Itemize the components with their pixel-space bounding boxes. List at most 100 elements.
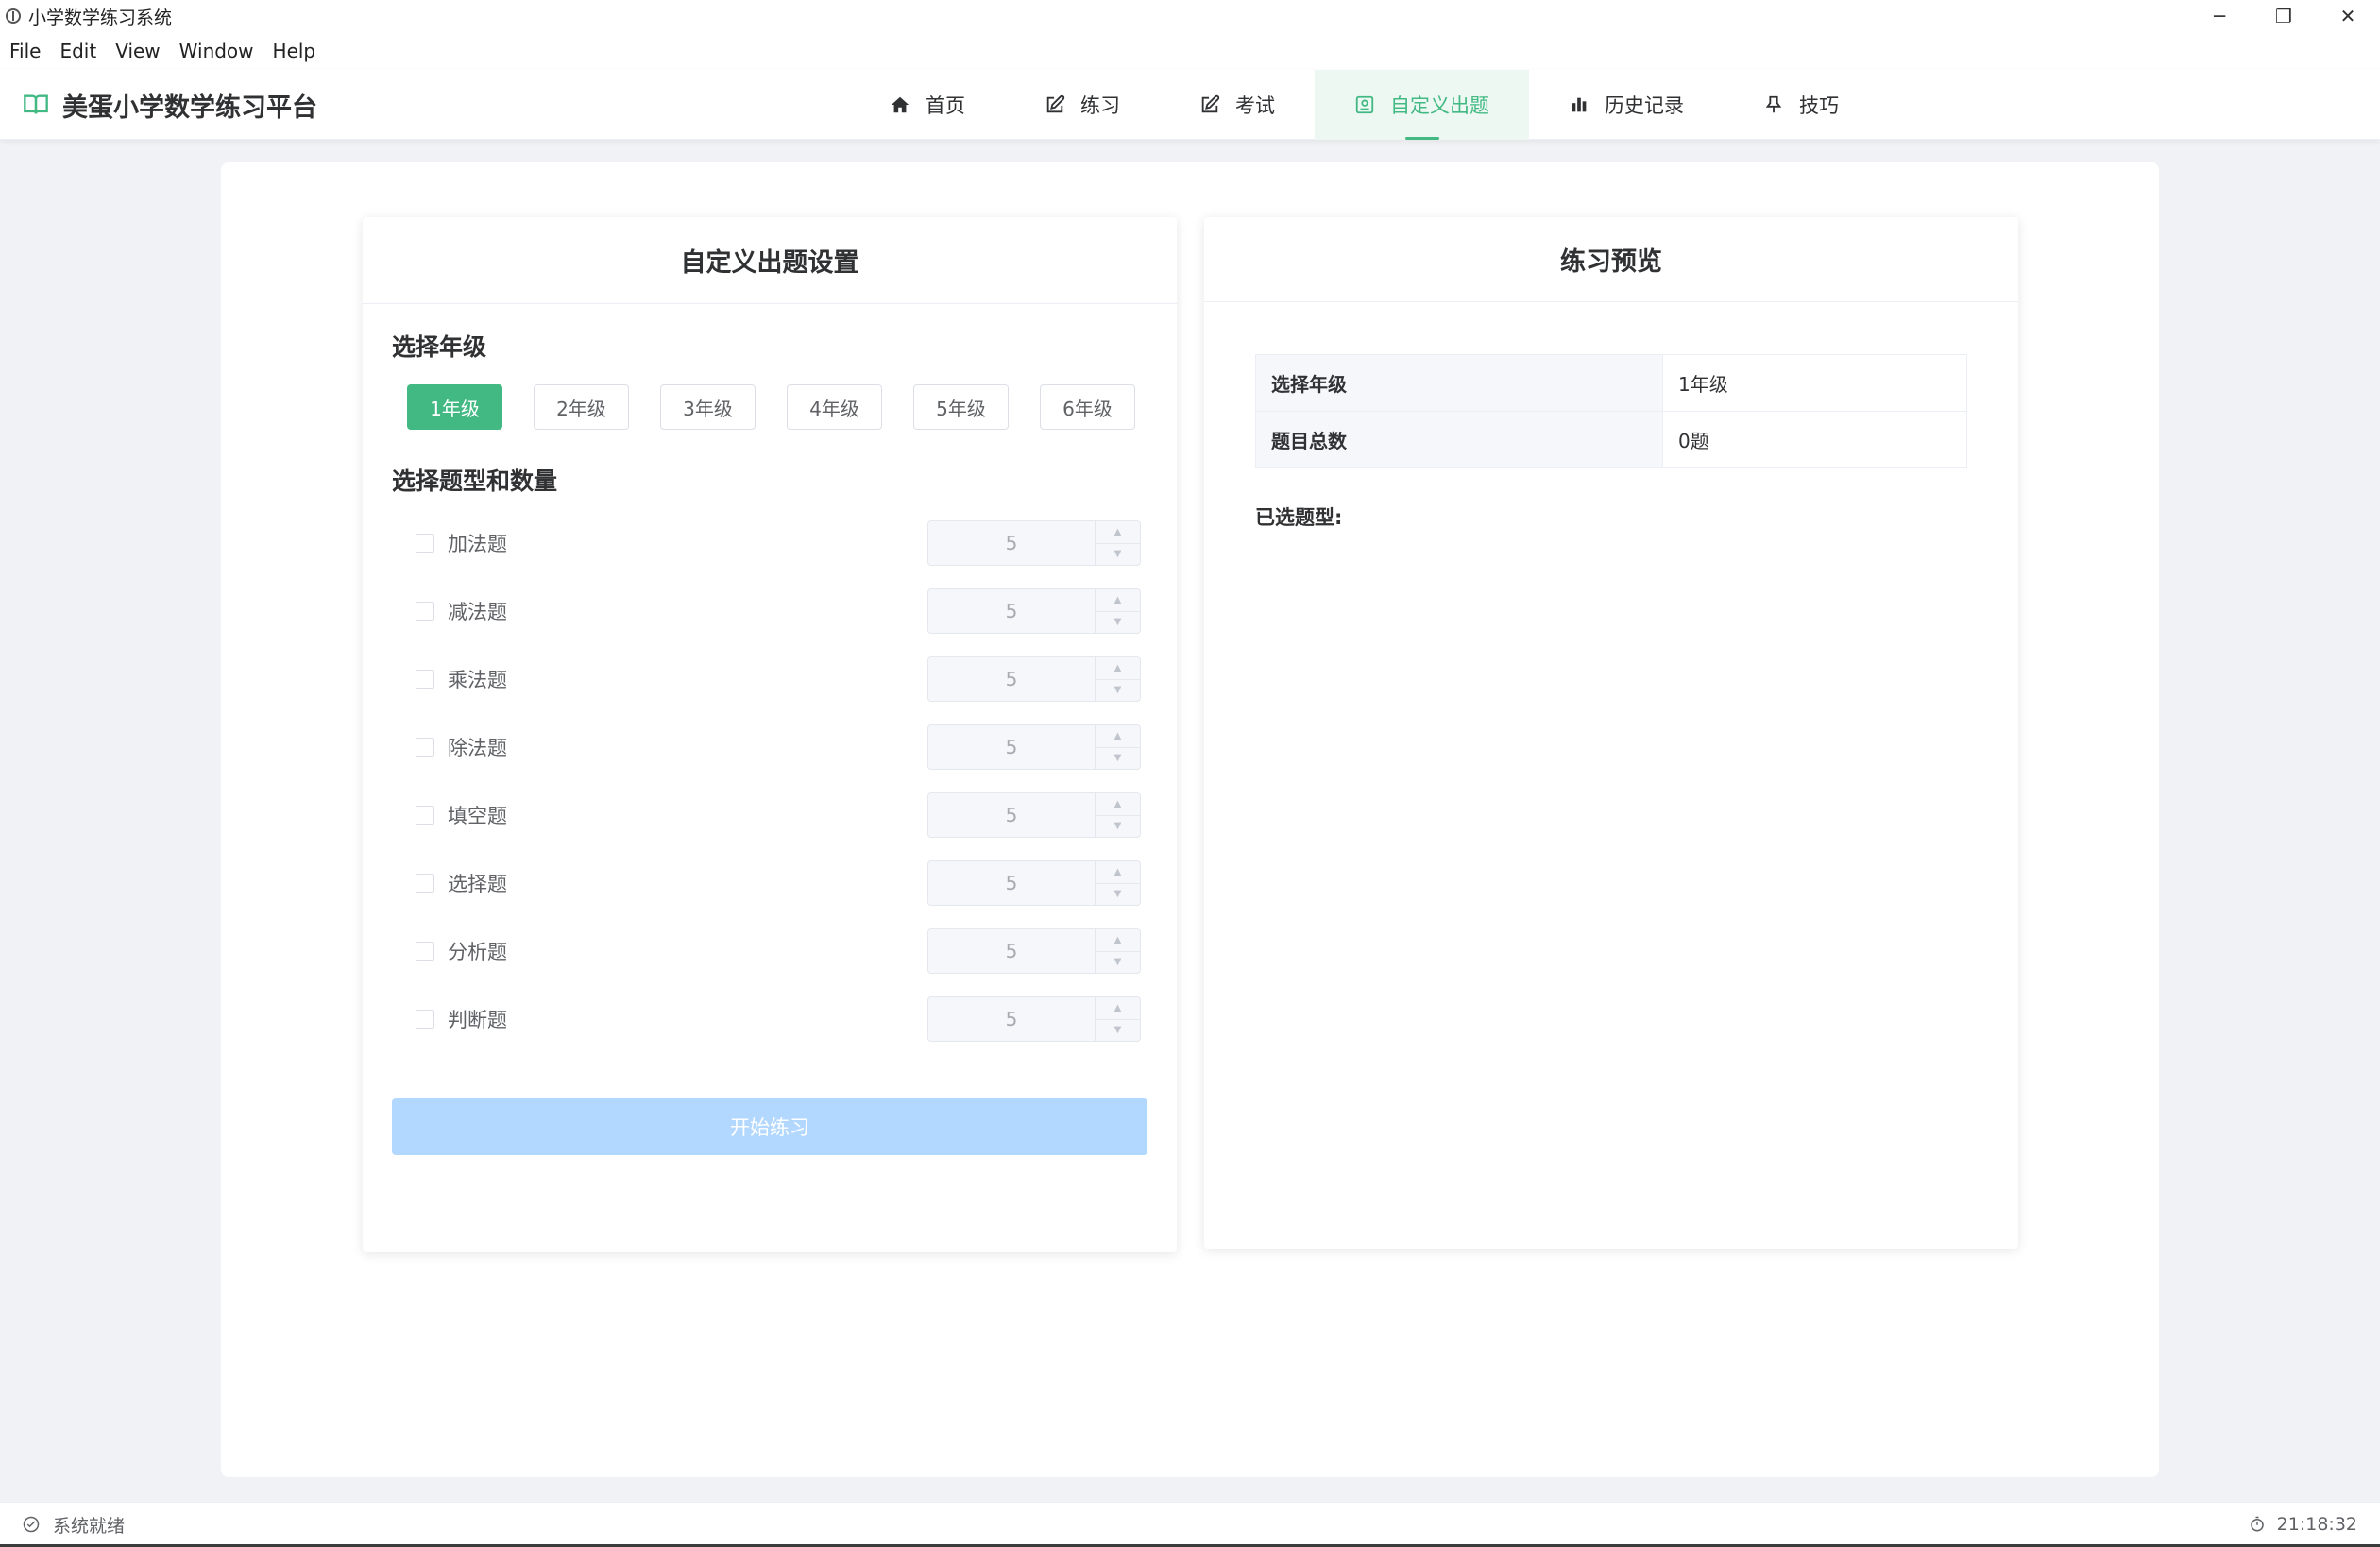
nav-home[interactable]: 首页 xyxy=(850,70,1005,140)
grade-button-5[interactable]: 5年级 xyxy=(913,384,1009,430)
menu-help[interactable]: Help xyxy=(273,40,316,62)
nav-history[interactable]: 历史记录 xyxy=(1529,70,1724,140)
increment-icon[interactable]: ▲ xyxy=(1096,657,1140,679)
quantity-stepper[interactable]: 5 ▲ ▼ xyxy=(927,928,1141,974)
qtype-checkbox[interactable] xyxy=(416,874,434,892)
nav-exam[interactable]: 考试 xyxy=(1160,70,1315,140)
check-circle-icon xyxy=(23,1516,40,1533)
quantity-stepper[interactable]: 5 ▲ ▼ xyxy=(927,588,1141,634)
grade-selector: 1年级 2年级 3年级 4年级 5年级 6年级 xyxy=(407,384,1135,430)
quantity-stepper[interactable]: 5 ▲ ▼ xyxy=(927,792,1141,838)
decrement-icon[interactable]: ▼ xyxy=(1096,678,1140,702)
quantity-stepper[interactable]: 5 ▲ ▼ xyxy=(927,724,1141,770)
qtype-row-division: 除法题 5 ▲ ▼ xyxy=(416,724,1141,770)
increment-icon[interactable]: ▲ xyxy=(1096,929,1140,951)
increment-icon[interactable]: ▲ xyxy=(1096,793,1140,815)
quantity-value[interactable]: 5 xyxy=(928,521,1095,565)
window-title: 小学数学练习系统 xyxy=(28,7,173,28)
increment-icon[interactable]: ▲ xyxy=(1096,589,1140,611)
brand-name: 美蛋小学数学练习平台 xyxy=(62,93,317,123)
grade-button-3[interactable]: 3年级 xyxy=(660,384,756,430)
qtype-label[interactable]: 判断题 xyxy=(448,1005,507,1033)
quantity-value[interactable]: 5 xyxy=(928,929,1095,973)
quantity-stepper[interactable]: 5 ▲ ▼ xyxy=(927,520,1141,566)
stepper-arrows: ▲ ▼ xyxy=(1095,589,1140,633)
qtype-row-subtraction: 减法题 5 ▲ ▼ xyxy=(416,588,1141,634)
settings-panel: 自定义出题设置 选择年级 1年级 2年级 3年级 4年级 5年级 6年级 选择题… xyxy=(363,217,1177,1252)
qtype-checkbox[interactable] xyxy=(416,602,434,620)
decrement-icon[interactable]: ▼ xyxy=(1096,610,1140,634)
selected-types-label: 已选题型: xyxy=(1255,506,1343,529)
status-right: 21:18:32 xyxy=(2249,1503,2357,1546)
quantity-value[interactable]: 5 xyxy=(928,861,1095,905)
nav-tips-label: 技巧 xyxy=(1799,94,1839,117)
status-time: 21:18:32 xyxy=(2276,1514,2357,1535)
table-row: 选择年级 1年级 xyxy=(1255,354,1967,412)
quantity-value[interactable]: 5 xyxy=(928,997,1095,1041)
quantity-stepper[interactable]: 5 ▲ ▼ xyxy=(927,860,1141,906)
stepper-arrows: ▲ ▼ xyxy=(1095,929,1140,973)
stepper-arrows: ▲ ▼ xyxy=(1095,793,1140,837)
qtype-label[interactable]: 乘法题 xyxy=(448,665,507,693)
grade-button-6[interactable]: 6年级 xyxy=(1040,384,1135,430)
qtype-checkbox[interactable] xyxy=(416,942,434,960)
pushpin-icon xyxy=(1765,95,1782,113)
stepper-arrows: ▲ ▼ xyxy=(1095,861,1140,905)
nav-practice-label: 练习 xyxy=(1080,94,1120,117)
qtype-row-fill-blank: 填空题 5 ▲ ▼ xyxy=(416,792,1141,838)
qtype-checkbox[interactable] xyxy=(416,1010,434,1028)
nav-custom-label: 自定义出题 xyxy=(1390,94,1489,117)
menu-window[interactable]: Window xyxy=(179,40,254,62)
qtype-label[interactable]: 选择题 xyxy=(448,869,507,897)
grade-button-2[interactable]: 2年级 xyxy=(534,384,629,430)
qtype-label[interactable]: 加法题 xyxy=(448,529,507,557)
increment-icon[interactable]: ▲ xyxy=(1096,997,1140,1019)
nav-practice[interactable]: 练习 xyxy=(1005,70,1160,140)
main-content: 自定义出题设置 选择年级 1年级 2年级 3年级 4年级 5年级 6年级 选择题… xyxy=(221,162,2159,1477)
nav-history-label: 历史记录 xyxy=(1605,94,1684,117)
preview-table: 选择年级 1年级 题目总数 0题 xyxy=(1255,354,1967,468)
stepper-arrows: ▲ ▼ xyxy=(1095,997,1140,1041)
quantity-value[interactable]: 5 xyxy=(928,793,1095,837)
nav-home-label: 首页 xyxy=(926,94,965,117)
status-text: 系统就绪 xyxy=(53,1515,126,1537)
qtype-label[interactable]: 减法题 xyxy=(448,597,507,625)
quantity-stepper[interactable]: 5 ▲ ▼ xyxy=(927,996,1141,1042)
decrement-icon[interactable]: ▼ xyxy=(1096,542,1140,566)
decrement-icon[interactable]: ▼ xyxy=(1096,814,1140,838)
menu-edit[interactable]: Edit xyxy=(60,40,96,62)
grade-button-4[interactable]: 4年级 xyxy=(787,384,882,430)
menu-view[interactable]: View xyxy=(115,40,160,62)
increment-icon[interactable]: ▲ xyxy=(1096,521,1140,543)
bar-chart-icon xyxy=(1572,97,1587,112)
qtype-label[interactable]: 分析题 xyxy=(448,937,507,965)
qtype-label[interactable]: 填空题 xyxy=(448,801,507,829)
brand[interactable]: 美蛋小学数学练习平台 xyxy=(23,70,317,140)
quantity-value[interactable]: 5 xyxy=(928,725,1095,769)
qtype-row-analysis: 分析题 5 ▲ ▼ xyxy=(416,928,1141,974)
close-button[interactable]: ✕ xyxy=(2316,0,2380,32)
increment-icon[interactable]: ▲ xyxy=(1096,725,1140,747)
quantity-value[interactable]: 5 xyxy=(928,589,1095,633)
quantity-stepper[interactable]: 5 ▲ ▼ xyxy=(927,656,1141,702)
start-practice-button[interactable]: 开始练习 xyxy=(392,1098,1148,1155)
restore-button[interactable]: ❐ xyxy=(2252,0,2316,32)
nav-tips[interactable]: 技巧 xyxy=(1724,70,1878,140)
decrement-icon[interactable]: ▼ xyxy=(1096,950,1140,974)
decrement-icon[interactable]: ▼ xyxy=(1096,882,1140,906)
grade-button-1[interactable]: 1年级 xyxy=(407,384,502,430)
qtype-checkbox[interactable] xyxy=(416,534,434,552)
qtype-label[interactable]: 除法题 xyxy=(448,733,507,761)
quantity-value[interactable]: 5 xyxy=(928,657,1095,701)
menu-file[interactable]: File xyxy=(9,40,41,62)
preview-grade-value: 1年级 xyxy=(1662,354,1967,412)
menu-bar: File Edit View Window Help xyxy=(0,32,2380,70)
qtype-checkbox[interactable] xyxy=(416,670,434,688)
qtype-checkbox[interactable] xyxy=(416,806,434,824)
increment-icon[interactable]: ▲ xyxy=(1096,861,1140,883)
decrement-icon[interactable]: ▼ xyxy=(1096,746,1140,770)
decrement-icon[interactable]: ▼ xyxy=(1096,1018,1140,1042)
qtype-checkbox[interactable] xyxy=(416,738,434,756)
minimize-button[interactable]: ─ xyxy=(2187,0,2252,32)
nav-custom[interactable]: 自定义出题 xyxy=(1315,70,1529,140)
